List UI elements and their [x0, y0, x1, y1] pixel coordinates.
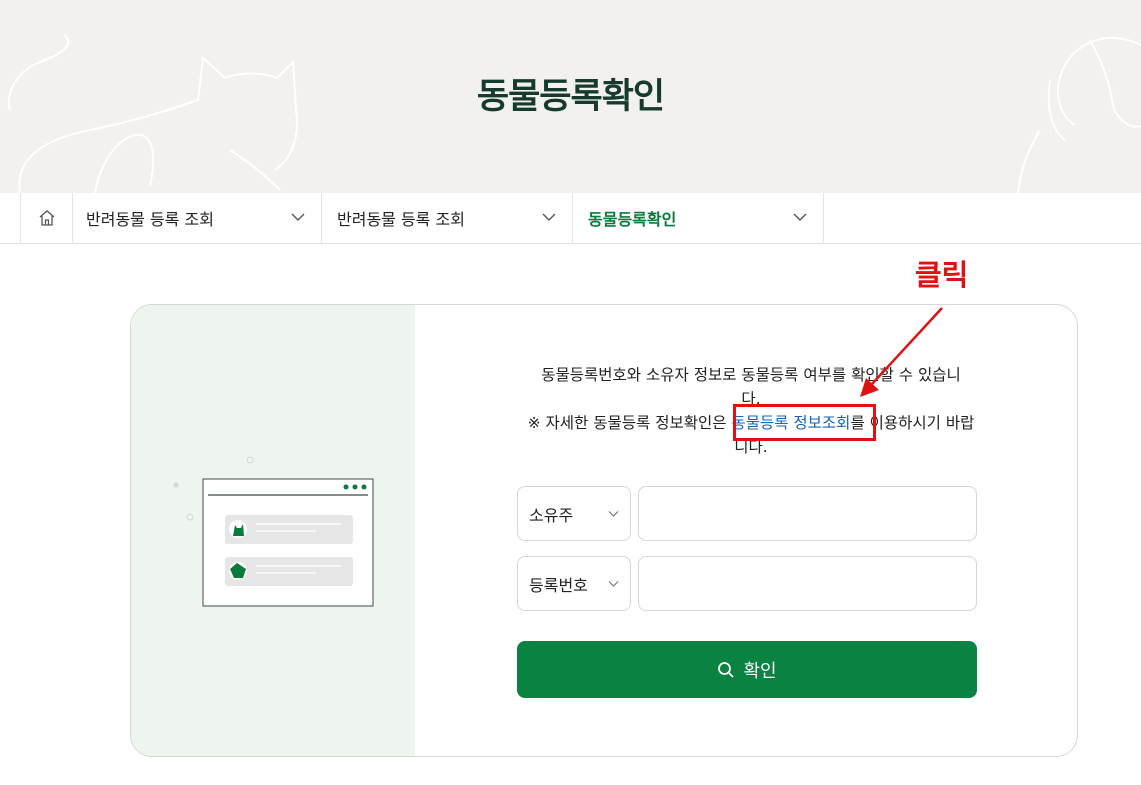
illustration-panel [131, 305, 415, 756]
chevron-down-icon [291, 213, 305, 221]
confirm-button[interactable]: 확인 [517, 641, 977, 698]
registration-info-lookup-link[interactable]: 동물등록 정보조회 [731, 414, 850, 432]
page-title: 동물등록확인 [476, 77, 665, 117]
registration-type-select[interactable]: 등록번호 [517, 556, 631, 611]
breadcrumb-item-current[interactable]: 동물등록확인 [574, 193, 824, 243]
search-icon [718, 661, 735, 678]
breadcrumb-label: 반려동물 등록 조회 [86, 210, 214, 229]
registration-number-input[interactable] [638, 556, 977, 611]
chevron-down-icon [542, 213, 556, 221]
home-button[interactable] [20, 193, 73, 243]
registration-type-value: 등록번호 [529, 575, 588, 595]
breadcrumb-item-1[interactable]: 반려동물 등록 조회 [72, 193, 322, 243]
description-note: ※ 자세한 동물등록 정보확인은 동물등록 정보조회를 이용하시기 바랍니다. [528, 414, 975, 456]
browser-illustration [173, 456, 374, 607]
hero-banner: 동물등록확인 [0, 0, 1141, 193]
lookup-card: 동물등록번호와 소유자 정보로 동물등록 여부를 확인할 수 있습니다. ※ 자… [130, 304, 1078, 757]
annotation-label: 클릭 [915, 258, 969, 292]
breadcrumb-label: 동물등록확인 [588, 210, 677, 229]
owner-type-value: 소유주 [529, 505, 574, 525]
description-line: 동물등록번호와 소유자 정보로 동물등록 여부를 확인할 수 있습니다. [541, 366, 961, 408]
chevron-down-icon [793, 213, 807, 221]
description-prefix: ※ 자세한 동물등록 정보확인은 [527, 414, 732, 432]
breadcrumb: 반려동물 등록 조회 반려동물 등록 조회 동물등록확인 [0, 193, 1141, 244]
confirm-label: 확인 [743, 660, 777, 682]
breadcrumb-item-2[interactable]: 반려동물 등록 조회 [323, 193, 573, 243]
owner-input[interactable] [638, 486, 977, 541]
breadcrumb-label: 반려동물 등록 조회 [337, 210, 465, 229]
lookup-description: 동물등록번호와 소유자 정보로 동물등록 여부를 확인할 수 있습니다. ※ 자… [521, 363, 981, 459]
owner-type-select[interactable]: 소유주 [517, 486, 631, 541]
chevron-down-icon [608, 581, 619, 587]
chevron-down-icon [608, 511, 619, 517]
home-icon [39, 210, 54, 226]
